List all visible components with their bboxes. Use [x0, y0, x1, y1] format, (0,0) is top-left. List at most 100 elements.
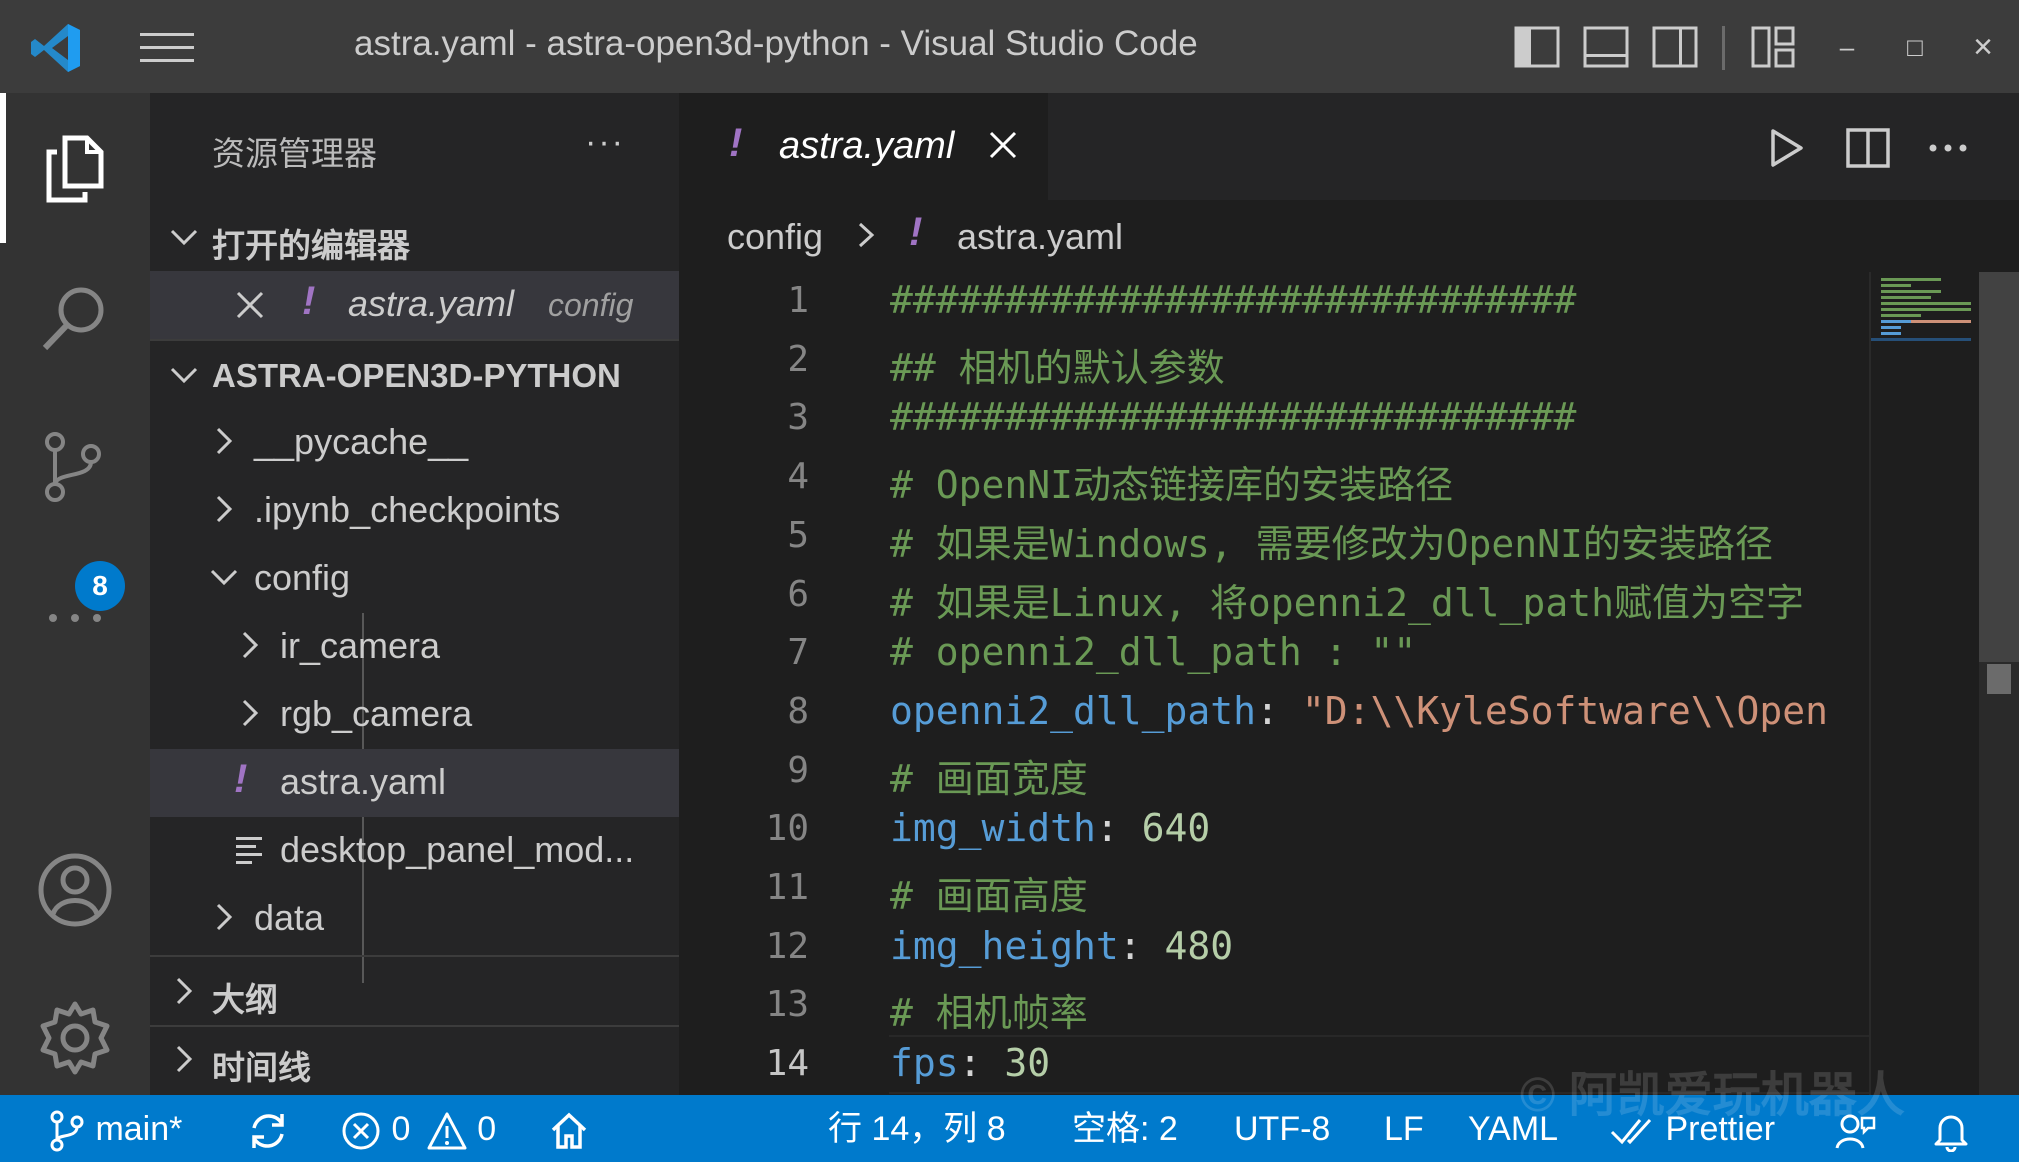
close-icon[interactable] [232, 287, 268, 323]
account-icon [38, 853, 112, 927]
tree-item-ipynb-checkpoints[interactable]: .ipynb_checkpoints [150, 477, 679, 545]
customize-layout-icon[interactable] [1750, 24, 1796, 70]
minimap[interactable] [1869, 272, 1979, 1095]
tree-item-desktop-panel[interactable]: desktop_panel_mod... [150, 817, 679, 885]
code-editor[interactable]: 1 ############################## 2 ## 相机的默认… [679, 272, 1869, 1095]
line-content: ############################## [890, 395, 1576, 439]
source-control-activity[interactable] [0, 393, 150, 543]
code-line[interactable]: 8 openni2_dll_path: "D:\\KyleSoftware\\Op… [679, 683, 1869, 742]
open-editor-item[interactable]: ! astra.yaml config [150, 271, 679, 339]
tree-item-data[interactable]: data [150, 885, 679, 953]
code-line[interactable]: 6 # 如果是Linux, 将openni2_dll_path赋值为空字 [679, 566, 1869, 625]
tree-item-pycache[interactable]: __pycache__ [150, 409, 679, 477]
code-line[interactable]: 10 img_width: 640 [679, 800, 1869, 859]
home-icon [551, 1112, 587, 1149]
explorer-activity[interactable] [0, 93, 150, 243]
line-number: 5 [787, 514, 809, 556]
more-activity[interactable] [0, 543, 150, 693]
open-editors-label: 打开的编辑器 [212, 227, 410, 264]
line-content: # OpenNI动态链接库的安装路径 [890, 454, 1453, 509]
toggle-secondary-sidebar-icon[interactable] [1652, 24, 1698, 70]
yaml-comment: # 相机帧率 [890, 991, 1088, 1036]
line-content: fps: 30 [890, 1041, 1050, 1085]
section-divider [150, 955, 679, 957]
run-icon[interactable] [1761, 123, 1811, 173]
code-line[interactable]: 9 # 画面宽度 [679, 742, 1869, 801]
eol-status[interactable]: LF [1384, 1108, 1424, 1150]
toggle-primary-sidebar-icon[interactable] [1514, 24, 1560, 70]
code-line[interactable]: 5 # 如果是Windows, 需要修改为OpenNI的安装路径 [679, 507, 1869, 566]
chevron-down-icon [170, 367, 198, 384]
code-line[interactable]: 13 # 相机帧率 [679, 976, 1869, 1035]
yaml-comment: # 画面高度 [890, 874, 1088, 918]
problems-status[interactable]: 0 0 [340, 1108, 496, 1150]
toggle-panel-icon[interactable] [1583, 24, 1629, 70]
sync-icon [252, 1114, 284, 1149]
code-line[interactable]: 4 # OpenNI动态链接库的安装路径 [679, 448, 1869, 507]
home-button[interactable] [548, 1108, 590, 1150]
scrollbar-thumb[interactable] [1979, 272, 2019, 662]
code-line[interactable]: 1 ############################## [679, 272, 1869, 331]
tab-astra-yaml[interactable]: ! astra.yaml [679, 93, 1048, 200]
yaml-file-icon: ! [234, 757, 248, 801]
chevron-down-icon [170, 229, 198, 246]
open-editors-header[interactable]: 打开的编辑器 [150, 205, 679, 273]
breadcrumb: config ! astra.yaml [679, 200, 2019, 272]
yaml-comment: # OpenNI动态链接库的安装路径 [890, 463, 1454, 508]
chevron-right-icon [216, 427, 233, 455]
timeline-header[interactable]: 时间线 [150, 1027, 679, 1095]
accounts-activity[interactable] [0, 815, 150, 965]
vscode-logo-icon[interactable] [28, 20, 84, 76]
explorer-more-button[interactable]: ··· [585, 123, 625, 162]
line-number: 10 [765, 808, 809, 850]
tree-item-label: .ipynb_checkpoints [254, 489, 561, 530]
cursor-position[interactable]: 行 14，列 8 [828, 1108, 1006, 1150]
manage-activity[interactable] [0, 963, 150, 1113]
search-activity[interactable] [0, 243, 150, 393]
chevron-down-icon [210, 569, 238, 586]
outline-header[interactable]: 大纲 [150, 959, 679, 1027]
chevron-right-icon [242, 699, 259, 727]
vertical-scrollbar[interactable] [1979, 272, 2019, 1095]
tree-item-rgb-camera[interactable]: rgb_camera [150, 681, 679, 749]
explorer-title: 资源管理器 [212, 135, 377, 172]
code-line[interactable]: 2 ## 相机的默认参数 [679, 331, 1869, 390]
menu-icon[interactable] [140, 30, 194, 66]
tree-item-label: ir_camera [280, 625, 441, 666]
line-content: # 如果是Windows, 需要修改为OpenNI的安装路径 [890, 513, 1773, 568]
line-number: 9 [787, 749, 809, 791]
yaml-number-value: 480 [1164, 923, 1234, 968]
indentation-status[interactable]: 空格: 2 [1072, 1108, 1178, 1150]
tree-item-config[interactable]: config [150, 545, 679, 613]
scrollbar-marker [1987, 664, 2011, 694]
tree-item-ir-camera[interactable]: ir_camera [150, 613, 679, 681]
code-line[interactable]: 12 img_height: 480 [679, 918, 1869, 977]
project-header[interactable]: ASTRA-OPEN3D-PYTHON [150, 343, 679, 411]
maximize-button[interactable]: □ [1890, 22, 1940, 72]
code-line[interactable]: 7 # openni2_dll_path : "" [679, 624, 1869, 683]
tree-item-astra-yaml[interactable]: ! astra.yaml [150, 749, 679, 817]
open-editor-filename: astra.yaml [348, 283, 515, 324]
minimize-button[interactable]: – [1822, 22, 1872, 72]
yaml-comment: ############################## [890, 395, 1577, 440]
code-line[interactable]: 3 ############################## [679, 389, 1869, 448]
close-window-button[interactable]: × [1958, 22, 2008, 72]
line-content: # 如果是Linux, 将openni2_dll_path赋值为空字 [890, 572, 1804, 627]
line-number: 13 [765, 984, 809, 1026]
sync-button[interactable] [246, 1108, 290, 1150]
breadcrumb-file[interactable]: astra.yaml [957, 216, 1123, 258]
split-editor-icon[interactable] [1843, 123, 1893, 173]
line-content: # 画面高度 [890, 865, 1088, 920]
explorer-sidebar: 资源管理器 ··· 打开的编辑器 ! astra.yaml config AST… [150, 93, 679, 1095]
notifications-button[interactable] [1930, 1108, 1972, 1153]
line-content: # 画面宽度 [890, 748, 1088, 803]
code-line[interactable]: 11 # 画面高度 [679, 859, 1869, 918]
close-icon[interactable] [985, 127, 1021, 163]
warning-icon [427, 1112, 467, 1150]
editor-more-icon[interactable] [1923, 123, 1973, 173]
line-number: 4 [787, 456, 809, 498]
section-divider [150, 339, 679, 341]
breadcrumb-folder[interactable]: config [727, 216, 823, 258]
encoding-status[interactable]: UTF-8 [1234, 1108, 1330, 1150]
branch-status[interactable]: main* [48, 1108, 182, 1152]
